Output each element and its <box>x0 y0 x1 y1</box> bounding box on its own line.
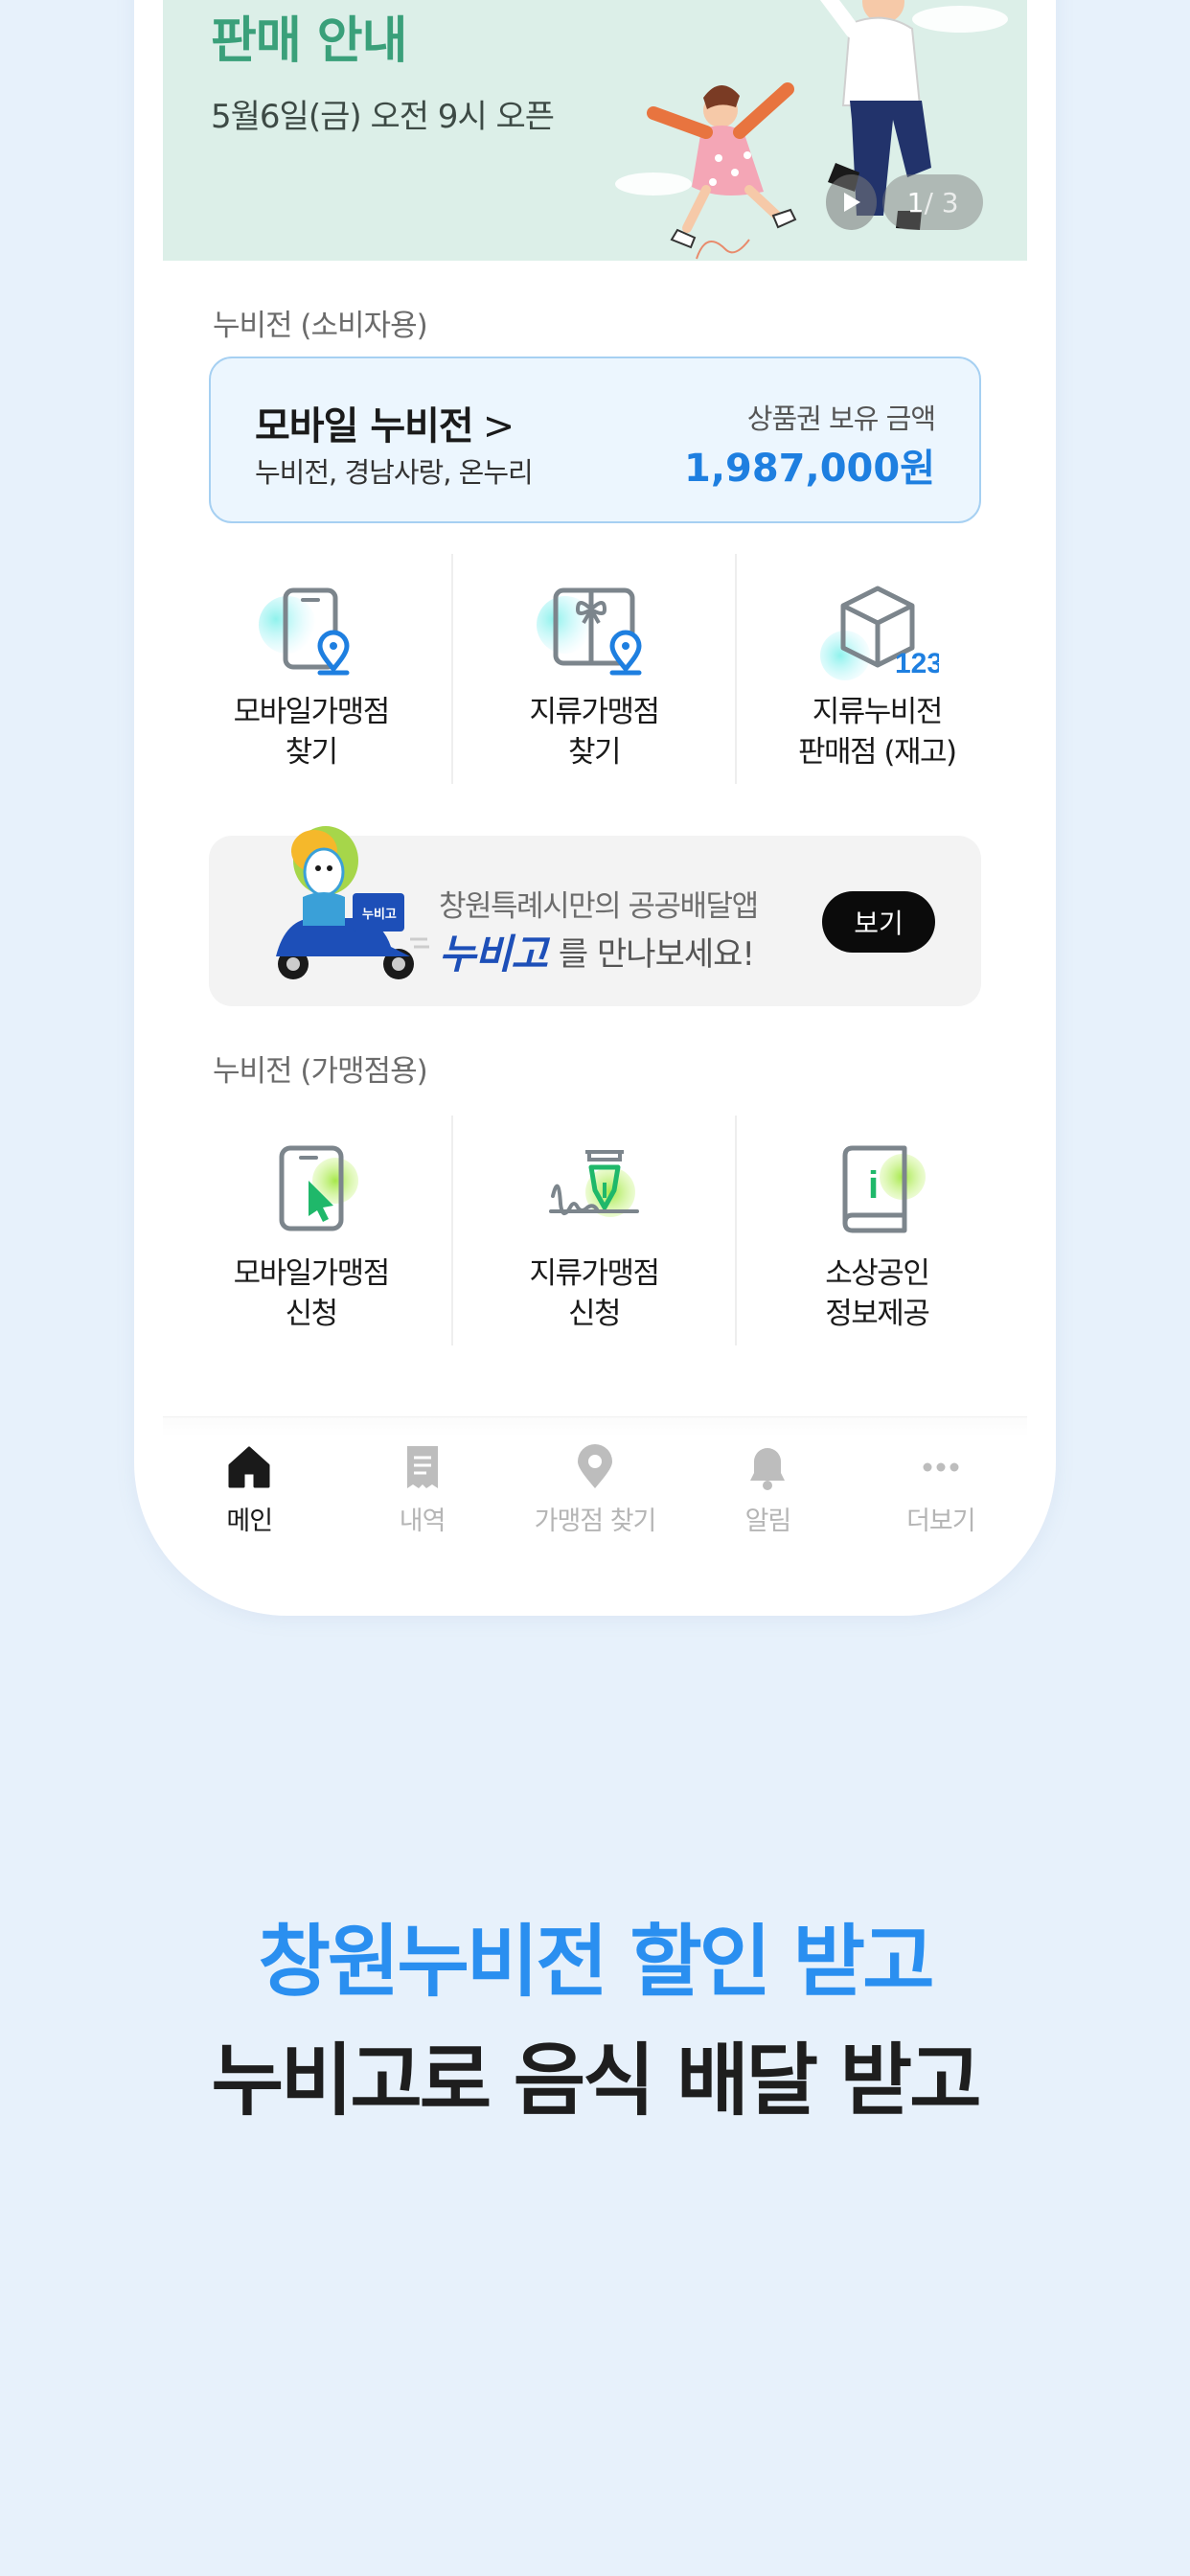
tab-label: 알림 <box>744 1506 792 1536</box>
tab-label: 메인 <box>226 1506 273 1536</box>
menu-label: 소상공인 정보제공 <box>825 1256 930 1331</box>
merchant-section-label: 누비전 (가맹점용) <box>213 1054 428 1089</box>
tab-more[interactable]: 더보기 <box>855 1417 1027 1560</box>
bell-icon <box>750 1448 786 1490</box>
menu-label: 지류가맹점 찾기 <box>529 695 660 770</box>
menu-label: 지류누비전 판매점 (재고) <box>797 695 957 770</box>
pen-sign-icon <box>548 1150 639 1217</box>
tab-label: 내역 <box>399 1506 446 1536</box>
tab-main[interactable]: 메인 <box>163 1417 335 1560</box>
consumer-section-label: 누비전 (소비자용) <box>213 309 428 343</box>
banner-pager: 1 / 3 <box>826 174 983 230</box>
view-button[interactable]: 보기 <box>822 891 935 953</box>
tab-label: 더보기 <box>906 1506 976 1536</box>
scooter-badge: 누비고 <box>362 907 397 921</box>
phone-location-icon <box>258 587 350 676</box>
menu-label: 지류가맹점 신청 <box>529 1256 660 1331</box>
merchant-menu-grid: 모바일가맹점 신청 지류가맹점 신청 i 소상공인 정보제공 <box>171 1116 1018 1346</box>
scooter-mascot-illustration: 누비고 <box>276 826 429 979</box>
banner-title: 판매 안내 <box>211 12 407 70</box>
menu-paper-store-apply[interactable]: 지류가맹점 신청 <box>451 1116 734 1346</box>
banner-subtitle: 5월6일(금) 오전 9시 오픈 <box>211 98 555 136</box>
more-dots-icon <box>923 1462 959 1472</box>
balance-label: 상품권 보유 금액 <box>746 402 936 435</box>
card-title: 모바일 누비전 > <box>255 395 515 450</box>
phone-cursor-icon <box>279 1145 358 1231</box>
menu-paper-seller-stock[interactable]: 123 지류누비전 판매점 (재고) <box>734 554 1018 784</box>
tab-history[interactable]: 내역 <box>335 1417 508 1560</box>
promo-line2: 누비고 를 만나보세요! <box>439 922 755 980</box>
promo-banner[interactable]: 판매 안내 5월6일(금) 오전 9시 오픈 1 / 3 <box>163 0 1027 261</box>
receipt-icon <box>406 1446 438 1488</box>
menu-paper-store-find[interactable]: 지류가맹점 찾기 <box>451 554 734 784</box>
balance-amount: 1,987,000원 <box>683 447 935 491</box>
card-subtitle: 누비전, 경남사랑, 온누리 <box>255 456 534 489</box>
consumer-menu-grid: 모바일가맹점 찾기 지류가맹점 찾기 123 지류누비전 판매점 (재고) <box>171 554 1018 784</box>
tab-notifications[interactable]: 알림 <box>681 1417 854 1560</box>
menu-mobile-store-apply[interactable]: 모바일가맹점 신청 <box>171 1116 451 1346</box>
gift-location-icon <box>536 587 642 676</box>
map-pin-icon <box>578 1444 613 1488</box>
tab-store-find[interactable]: 가맹점 찾기 <box>509 1417 681 1560</box>
card-title-text: 모바일 누비전 <box>255 404 474 448</box>
page-indicator: 1 / 3 <box>882 174 983 230</box>
chevron-right-icon: > <box>482 404 515 448</box>
page-current: 1 <box>906 186 925 218</box>
promo-line1: 창원특례시만의 공공배달앱 <box>439 889 759 924</box>
headline-line1: 창원누비전 할인 받고 <box>258 1917 934 2008</box>
bottom-tab-bar: 메인 내역 가맹점 찾기 알림 더보기 <box>163 1416 1027 1560</box>
promo-line2-suffix: 를 만나보세요! <box>558 935 755 974</box>
home-icon <box>228 1446 270 1488</box>
menu-label: 모바일가맹점 신청 <box>233 1256 391 1331</box>
tab-label: 가맹점 찾기 <box>534 1506 657 1536</box>
menu-small-business-info[interactable]: i 소상공인 정보제공 <box>734 1116 1018 1346</box>
info-book-icon: i <box>842 1145 927 1233</box>
mobile-nubijeon-card[interactable]: 모바일 누비전 > 누비전, 경남사랑, 온누리 상품권 보유 금액 1,987,… <box>209 356 981 523</box>
menu-label: 모바일가맹점 찾기 <box>233 695 391 770</box>
play-icon <box>843 193 860 212</box>
box-stock-number: 123 <box>895 648 939 679</box>
headline-line2: 누비고로 음식 배달 받고 <box>211 2036 981 2127</box>
box-stock-icon: 123 <box>820 586 939 680</box>
page-total: / 3 <box>924 186 959 218</box>
play-button[interactable] <box>826 174 878 230</box>
menu-mobile-store-find[interactable]: 모바일가맹점 찾기 <box>171 554 451 784</box>
nubigo-promo-banner[interactable]: 누비고 창원특례시만의 공공배달앱 누비고 를 만나보세요! 보기 <box>209 826 981 1006</box>
nubigo-logo: 누비고 <box>439 931 548 978</box>
phone-mockup: 판매 안내 5월6일(금) 오전 9시 오픈 1 / 3 누비전 (소비자용) … <box>134 0 1056 1616</box>
info-letter: i <box>868 1164 879 1207</box>
